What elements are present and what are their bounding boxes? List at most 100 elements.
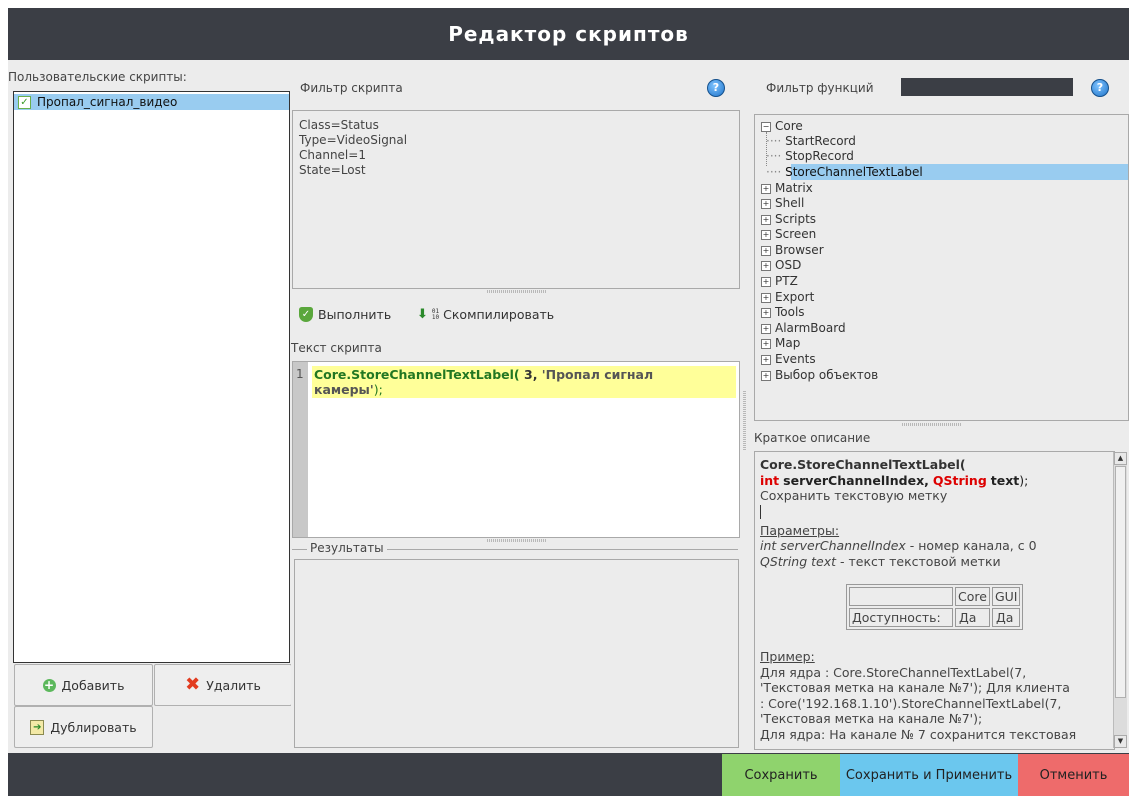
script-filter-text[interactable]: Class=Status Type=VideoSignal Channel=1 … [292,110,740,289]
expand-icon[interactable]: + [761,307,771,318]
functions-panel: Фильтр функций ? − Core ···· StartRecord … [750,60,1129,753]
tree-node-browser[interactable]: + Browser [761,243,824,258]
help-icon[interactable]: ? [707,79,725,97]
example-line: 'Текстовая метка на канале №7'); Для кли… [760,680,1070,695]
tree-leaf[interactable]: ···· StopRecord [766,149,854,164]
splitter-handle[interactable] [743,390,746,450]
expand-icon[interactable]: + [761,229,771,240]
example-line: Для ядра: На канале № 7 сохранится текст… [760,726,1077,742]
help-icon[interactable]: ? [1091,79,1109,97]
tree-node-core[interactable]: − Core [761,119,803,134]
expand-icon[interactable]: + [761,338,771,349]
description-panel: Core.StoreChannelTextLabel( int serverCh… [754,451,1115,750]
splitter-handle[interactable] [487,539,547,542]
availability-table: Core GUI Доступность: Да Да [846,584,1024,630]
window-title: Редактор скриптов [8,8,1129,60]
expand-icon[interactable]: + [761,260,771,271]
expand-icon[interactable]: + [761,198,771,209]
param-name: serverChannelIndex, [783,472,929,488]
param-doc-sig: QString text [760,553,837,569]
tree-node-matrix[interactable]: + Matrix [761,181,813,196]
filter-line: Class=Status [299,118,379,132]
scripts-panel: Пользовательские скрипты: ✓ Пропал_сигна… [8,60,292,753]
save-apply-button[interactable]: Сохранить и Применить [840,754,1018,796]
tree-node-tools[interactable]: + Tools [761,305,805,320]
compile-icon: ⬇ [417,307,428,322]
scripts-label: Пользовательские скрипты: [8,70,187,84]
function-tree[interactable]: − Core ···· StartRecord ···· StopRecord ·… [754,114,1129,421]
tree-node-map[interactable]: + Map [761,336,800,351]
cancel-button[interactable]: Отменить [1018,754,1129,796]
table-header: Core [955,587,990,606]
code-editor[interactable]: 1 Core.StoreChannelTextLabel( 3, 'Пропал… [292,361,740,538]
description-content: Core.StoreChannelTextLabel( int serverCh… [760,457,1110,742]
expand-icon[interactable]: + [761,183,771,194]
example-line: Для ядра : Core.StoreChannelTextLabel(7, [760,664,1027,680]
save-button[interactable]: Сохранить [722,754,840,796]
duplicate-icon: ➔ [30,719,45,735]
compile-button[interactable]: ⬇ 01 10 Скомпилировать [417,307,554,322]
delete-button[interactable]: ✖ Удалить [154,664,292,706]
binary-icon: 01 10 [431,307,440,321]
tree-node-shell[interactable]: + Shell [761,196,804,211]
script-text-label: Текст скрипта [291,341,382,355]
tree-node-alarmboard[interactable]: + AlarmBoard [761,321,846,336]
description-label: Краткое описание [754,431,871,445]
scroll-thumb[interactable] [1115,466,1126,698]
text-cursor [760,504,761,519]
expand-icon[interactable]: + [761,276,771,287]
results-label: Результаты [307,541,387,555]
param-doc-sig: int serverChannelIndex [760,538,906,553]
tree-node-object-select[interactable]: + Выбор объектов [761,368,878,383]
filter-line: Type=VideoSignal [299,133,408,147]
tree-node-osd[interactable]: + OSD [761,258,801,273]
splitter-handle[interactable] [902,423,962,426]
example-line: 'Текстовая метка на канале №7'); [760,711,983,726]
tree-node-ptz[interactable]: + PTZ [761,274,798,289]
function-filter-input[interactable] [901,78,1073,96]
run-button[interactable]: ✓ Выполнить [299,307,391,322]
collapse-icon[interactable]: − [761,121,771,132]
filter-line: Channel=1 [299,148,366,162]
line-number-gutter [293,362,308,537]
tree-node-events[interactable]: + Events [761,352,816,367]
signature-function: Core.StoreChannelTextLabel( [760,457,966,472]
line-number: 1 [296,367,304,381]
duplicate-button[interactable]: ➔ Дублировать [14,706,153,748]
tree-leaf[interactable]: ···· StoreChannelTextLabel [766,165,923,180]
table-row-label: Доступность: [849,608,953,627]
results-area[interactable] [294,559,739,748]
summary-text: Сохранить текстовую метку [760,488,948,503]
tree-node-scripts[interactable]: + Scripts [761,212,816,227]
scripts-list[interactable]: ✓ Пропал_сигнал_видео [13,91,290,663]
expand-icon[interactable]: + [761,354,771,365]
table-cell: Да [955,608,990,627]
splitter-handle[interactable] [487,290,547,293]
delete-icon: ✖ [185,674,201,695]
expand-icon[interactable]: + [761,323,771,334]
function-filter-label: Фильтр функций [766,81,874,95]
list-item-label: Пропал_сигнал_видео [37,95,178,109]
editor-panel: Фильтр скрипта ? Class=Status Type=Video… [291,60,750,753]
code-line: Core.StoreChannelTextLabel( 3, 'Пропал с… [314,367,654,397]
scroll-up-arrow[interactable]: ▲ [1114,452,1127,465]
expand-icon[interactable]: + [761,214,771,225]
description-scrollbar[interactable]: ▲ ▼ [1113,452,1127,748]
expand-icon[interactable]: + [761,370,771,381]
add-button[interactable]: + Добавить [14,664,153,706]
table-header: GUI [991,587,1021,606]
tree-node-screen[interactable]: + Screen [761,227,816,242]
checkbox-checked-icon[interactable]: ✓ [18,95,31,109]
script-filter-label: Фильтр скрипта [300,81,403,95]
param-type: QString [932,472,987,488]
list-item[interactable]: ✓ Пропал_сигнал_видео [14,94,289,110]
example-line: : Core('192.168.1.10').StoreChannelTextL… [760,695,1062,711]
shield-check-icon: ✓ [299,307,313,322]
param-type: int [760,472,780,488]
scroll-down-arrow[interactable]: ▼ [1114,735,1127,748]
tree-leaf[interactable]: ···· StartRecord [766,134,856,149]
tree-node-export[interactable]: + Export [761,290,814,305]
expand-icon[interactable]: + [761,245,771,256]
params-heading: Параметры: [760,522,840,538]
expand-icon[interactable]: + [761,292,771,303]
